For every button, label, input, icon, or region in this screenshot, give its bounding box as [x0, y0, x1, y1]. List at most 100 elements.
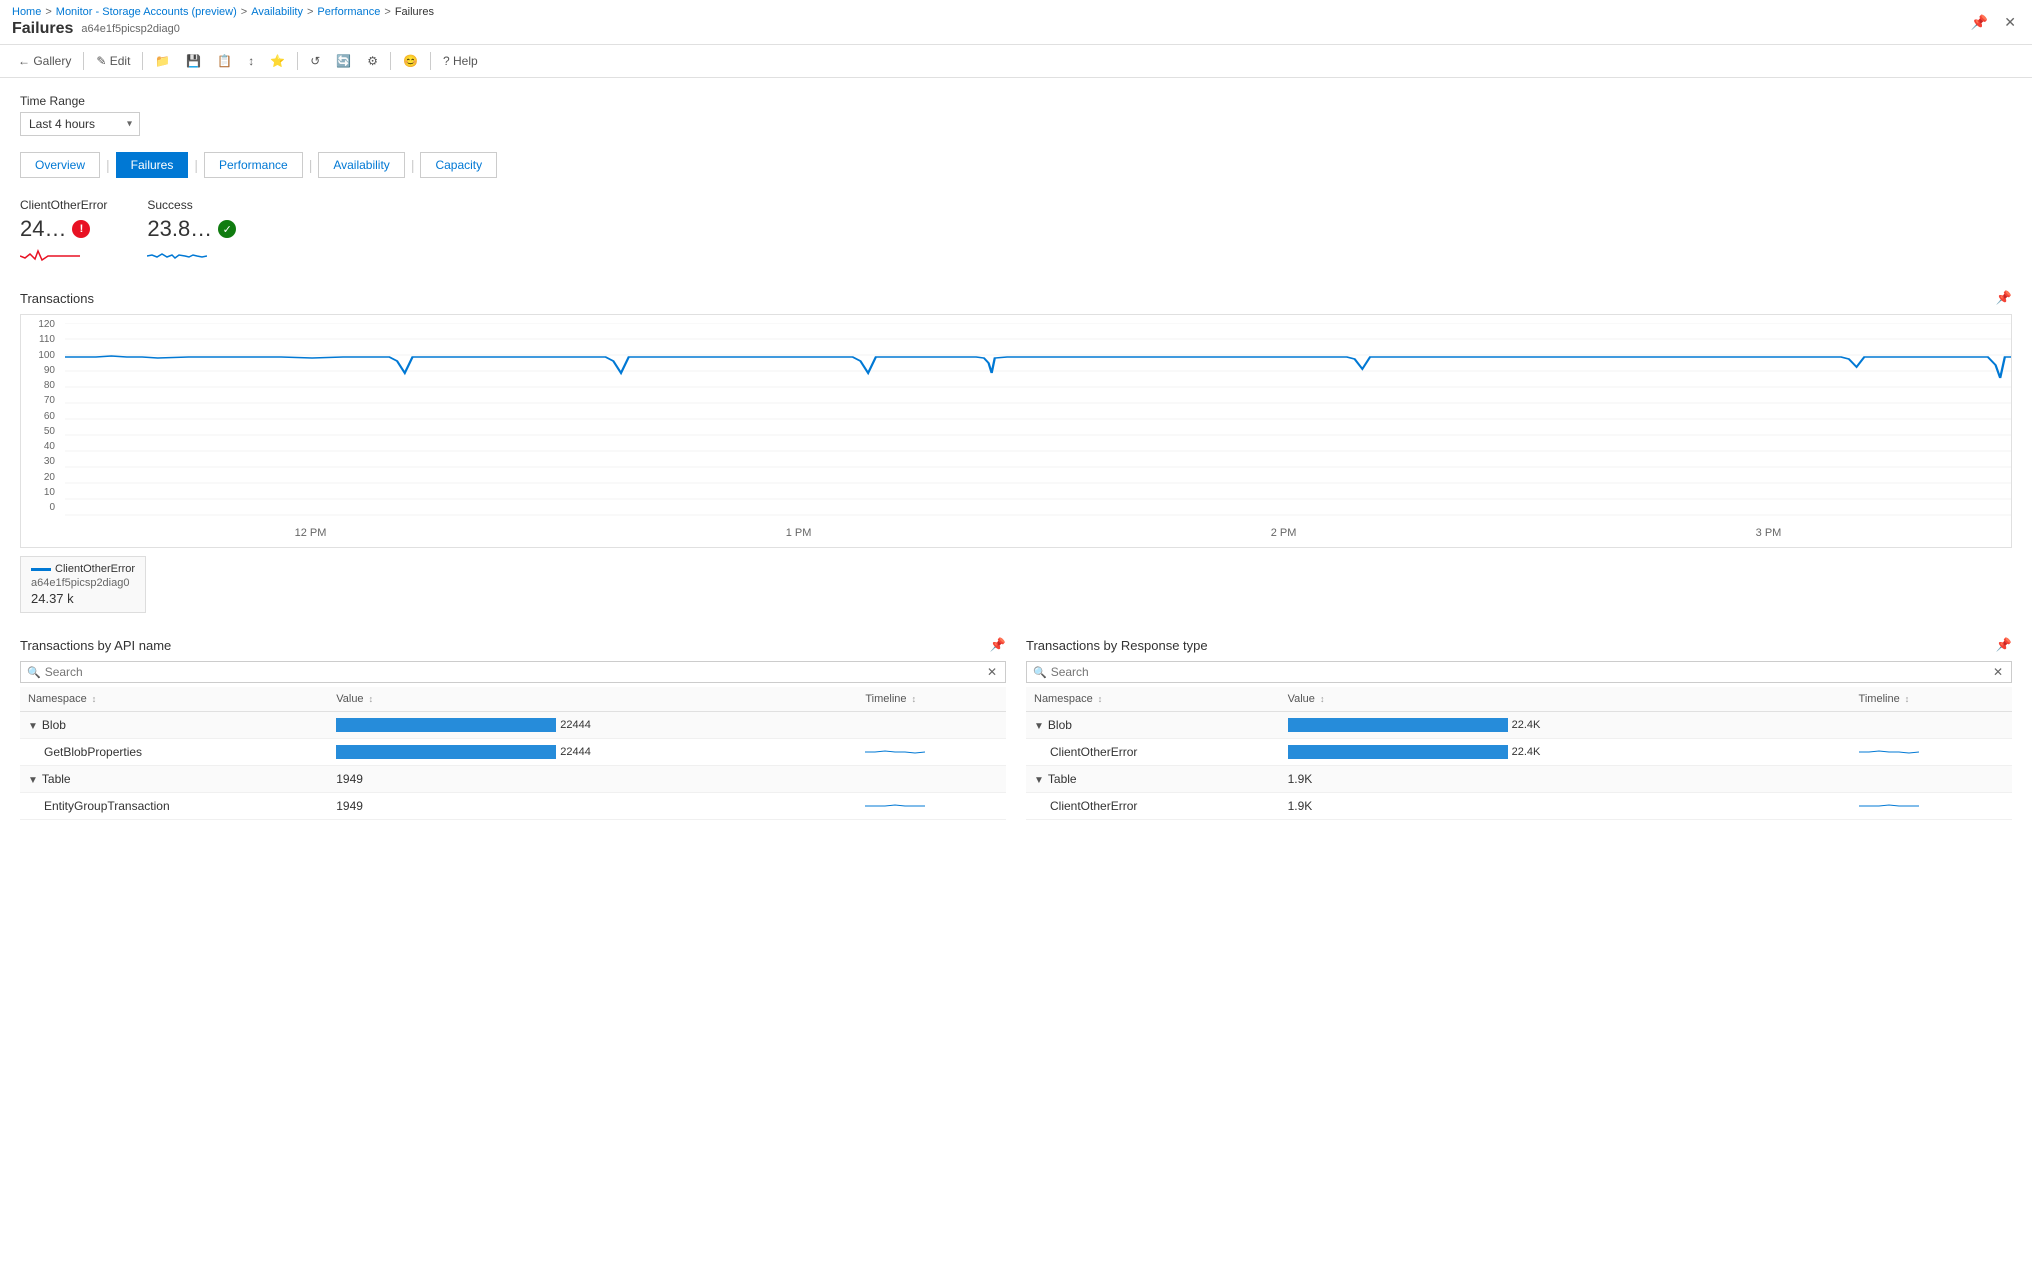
legend-line: ClientOtherError — [31, 563, 135, 575]
favorite-button[interactable]: ⭐ — [264, 51, 291, 71]
success-icon: ✓ — [218, 220, 236, 238]
metrics-row: ClientOtherError 24… ! Success 23.8… ✓ — [20, 198, 2012, 266]
timeline-table-resp — [1851, 766, 2012, 793]
breadcrumb-home[interactable]: Home — [12, 6, 41, 18]
table-row: ▼Blob 22444 — [20, 712, 1006, 739]
tab-performance[interactable]: Performance — [204, 152, 303, 178]
bar-getblob — [336, 745, 556, 759]
toolbar-separator-4 — [390, 52, 391, 70]
table-api-title: Transactions by API name — [20, 638, 171, 653]
chart-title: Transactions — [20, 291, 94, 306]
toolbar-separator-3 — [297, 52, 298, 70]
child-name-client-table-resp: ClientOtherError — [1026, 793, 1280, 820]
timeline-blob-resp — [1851, 712, 2012, 739]
refresh-button[interactable]: 🔄 — [330, 51, 357, 71]
child-name-entity-api: EntityGroupTransaction — [20, 793, 328, 820]
help-button[interactable]: ? Help — [437, 51, 484, 71]
close-button[interactable]: ✕ — [2000, 12, 2020, 33]
tab-availability[interactable]: Availability — [318, 152, 404, 178]
group-name-table-api: ▼Table — [20, 766, 328, 793]
sparkline-success — [147, 246, 236, 266]
table-response-search-input[interactable] — [1051, 665, 1991, 679]
table-response-title: Transactions by Response type — [1026, 638, 1208, 653]
save-button[interactable]: 💾 — [180, 51, 207, 71]
chart-legend: ClientOtherError a64e1f5picsp2diag0 24.3… — [20, 556, 2012, 613]
time-range-select[interactable]: Last 1 hour Last 4 hours Last 12 hours L… — [20, 112, 140, 136]
table-api-search-box[interactable]: 🔍 ✕ — [20, 661, 1006, 683]
page-title-row: Failures a64e1f5picsp2diag0 — [12, 20, 434, 38]
table-api-header-row: Namespace ↕ Value ↕ Timeline ↕ — [20, 687, 1006, 712]
chart-svg-wrapper — [65, 323, 2011, 523]
child-name-client-blob-resp: ClientOtherError — [1026, 739, 1280, 766]
metric-label-success: Success — [147, 198, 236, 212]
error-icon: ! — [72, 220, 90, 238]
reset-button[interactable]: ↺ — [304, 51, 326, 71]
table-response-header-row: Namespace ↕ Value ↕ Timeline ↕ — [1026, 687, 2012, 712]
tab-separator-1: | — [106, 157, 110, 173]
toolbar-separator-2 — [142, 52, 143, 70]
move-button[interactable]: ↕ — [242, 51, 260, 71]
chart-pin-button[interactable]: 📌 — [1996, 290, 2012, 306]
col-api-namespace: Namespace ↕ — [20, 687, 328, 712]
breadcrumb-availability[interactable]: Availability — [251, 6, 303, 18]
group-name-blob-api: ▼Blob — [20, 712, 328, 739]
child-name-getblob-api: GetBlobProperties — [20, 739, 328, 766]
titlebar-left: Home > Monitor - Storage Accounts (previ… — [12, 6, 434, 38]
table-response-pin-button[interactable]: 📌 — [1996, 637, 2012, 653]
time-range-section: Time Range Last 1 hour Last 4 hours Last… — [20, 94, 2012, 136]
page-title: Failures — [12, 20, 73, 38]
chart-svg — [65, 323, 2011, 523]
titlebar: Home > Monitor - Storage Accounts (previ… — [0, 0, 2032, 45]
legend-value: 24.37 k — [31, 591, 135, 606]
metric-value-client-error: 24… — [20, 216, 66, 242]
group-value-blob-resp: 22.4K — [1280, 712, 1851, 739]
sparkline-error — [20, 246, 107, 266]
metric-value-row-client-error: 24… ! — [20, 216, 107, 242]
tab-capacity[interactable]: Capacity — [420, 152, 497, 178]
table-api-section: Transactions by API name 📌 🔍 ✕ Namespace… — [20, 637, 1006, 820]
bar-cell-getblob: 22444 — [336, 745, 849, 759]
bar-cell-client-blob: 22.4K — [1288, 745, 1843, 759]
table-response-search-box[interactable]: 🔍 ✕ — [1026, 661, 2012, 683]
tab-separator-4: | — [411, 157, 415, 173]
table-response-header: Transactions by Response type 📌 — [1026, 637, 2012, 653]
edit-button[interactable]: ✎ Edit — [90, 51, 136, 71]
pin-button[interactable]: 📌 — [1967, 12, 1992, 33]
legend-name: ClientOtherError — [55, 563, 135, 575]
search-clear-api[interactable]: ✕ — [985, 665, 999, 679]
clone-button[interactable]: 📋 — [211, 51, 238, 71]
search-clear-response[interactable]: ✕ — [1991, 665, 2005, 679]
gallery-button[interactable]: ← Gallery — [12, 51, 77, 71]
table-api-pin-button[interactable]: 📌 — [990, 637, 1006, 653]
folder-button[interactable]: 📁 — [149, 51, 176, 71]
child-value-client-blob-resp: 22.4K — [1280, 739, 1851, 766]
table-row: ▼Table 1949 — [20, 766, 1006, 793]
timeline-entity-api — [857, 793, 1006, 820]
table-api-search-input[interactable] — [45, 665, 985, 679]
metric-value-row-success: 23.8… ✓ — [147, 216, 236, 242]
child-value-entity-api: 1949 — [328, 793, 857, 820]
metric-card-client-error: ClientOtherError 24… ! — [20, 198, 107, 266]
timeline-client-table-resp — [1851, 793, 2012, 820]
metric-card-success: Success 23.8… ✓ — [147, 198, 236, 266]
group-value-table-resp: 1.9K — [1280, 766, 1851, 793]
tab-bar: Overview | Failures | Performance | Avai… — [20, 152, 2012, 178]
tab-failures[interactable]: Failures — [116, 152, 189, 178]
bar-cell-blob-resp: 22.4K — [1288, 718, 1843, 732]
settings-button[interactable]: ⚙ — [361, 51, 384, 71]
group-value-table-api: 1949 — [328, 766, 857, 793]
table-row: ▼Table 1.9K — [1026, 766, 2012, 793]
main-window: Home > Monitor - Storage Accounts (previ… — [0, 0, 2032, 1275]
breadcrumb-monitor[interactable]: Monitor - Storage Accounts (preview) — [56, 6, 237, 18]
table-response-section: Transactions by Response type 📌 🔍 ✕ Name… — [1026, 637, 2012, 820]
bar-client-blob — [1288, 745, 1508, 759]
tab-overview[interactable]: Overview — [20, 152, 100, 178]
transactions-chart-section: Transactions 📌 120 110 100 90 80 70 60 5… — [20, 290, 2012, 613]
metric-label-client-error: ClientOtherError — [20, 198, 107, 212]
chart-x-labels: 12 PM 1 PM 2 PM 3 PM — [65, 523, 2011, 539]
emoji-button[interactable]: 😊 — [397, 51, 424, 71]
table-api-header: Transactions by API name 📌 — [20, 637, 1006, 653]
chart-container: 120 110 100 90 80 70 60 50 40 30 20 10 0 — [20, 314, 2012, 548]
col-resp-namespace: Namespace ↕ — [1026, 687, 1280, 712]
breadcrumb-performance[interactable]: Performance — [317, 6, 380, 18]
